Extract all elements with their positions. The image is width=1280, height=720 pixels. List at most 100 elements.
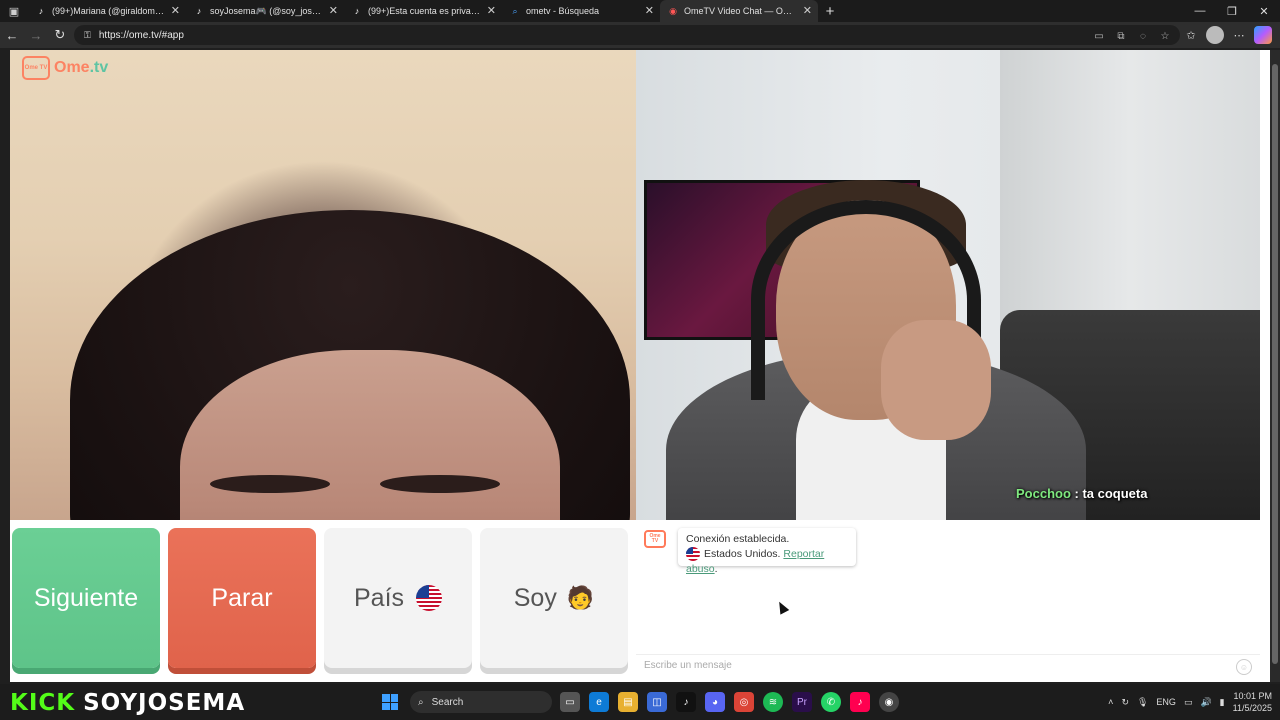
gender-button[interactable]: Soy 🧑 (480, 528, 628, 668)
tab-0[interactable]: ♪ (99+)Mariana (@giraldom91) | Tik ✕ (28, 0, 186, 22)
search-label: Search (431, 696, 464, 708)
tab-title: (99+)Esta cuenta es privada. Sigue (368, 6, 480, 16)
clock[interactable]: 10:01 PM 11/5/2025 (1233, 690, 1272, 714)
copilot-icon[interactable] (1254, 26, 1272, 44)
open-app-icon[interactable]: ⧉ (1112, 27, 1130, 45)
system-tray: ˄ ↻ 🎙 ENG ▭ 🔊 ▮ 10:01 PM 11/5/2025 (1108, 688, 1272, 716)
stranger-brow-left (210, 475, 330, 493)
close-icon[interactable]: ✕ (803, 4, 812, 17)
microphone-icon[interactable]: 🎙 (1137, 697, 1148, 708)
spotify-icon[interactable]: ≋ (763, 692, 783, 712)
ometv-tv-icon: Ome TV (22, 56, 50, 80)
address-bar-icons: ▭ ⧉ ◌ ☆ (1090, 27, 1174, 45)
tab-3[interactable]: ⌕ ometv - Búsqueda ✕ (502, 0, 660, 22)
self-video: Pocchoo : ta coqueta (636, 50, 1260, 520)
store-icon[interactable]: ◫ (647, 692, 667, 712)
menu-dots-icon[interactable]: ⋯ (1230, 26, 1248, 44)
site-info-icon[interactable]: ⚿ (84, 30, 91, 41)
forward-icon[interactable]: → (24, 23, 48, 47)
message-placeholder: Escribe un mensaje (644, 660, 732, 671)
premiere-icon[interactable]: Pr (792, 692, 812, 712)
network-icon[interactable]: ▭ (1184, 697, 1193, 708)
address-row: ← → ↻ ⚿ https://ome.tv/#app ▭ ⧉ ◌ ☆ ✩ ⋯ (0, 22, 1280, 48)
country-button[interactable]: País (324, 528, 472, 668)
ometv-logo: Ome TV Ome.tv (22, 56, 108, 80)
sync-icon[interactable]: ↻ (1121, 697, 1129, 708)
chevron-up-icon[interactable]: ˄ (1108, 697, 1113, 707)
search-icon: ⌕ (512, 5, 518, 16)
taskbar: KICK SOYJOSEMA ⌕ Search ▭ e ▤ ◫ ♪ ◕ ◎ ≋ P… (0, 684, 1280, 720)
tiktok-icon: ♪ (196, 6, 202, 16)
edge-icon[interactable]: e (589, 692, 609, 712)
tab-actions-icon[interactable]: ▣ (0, 0, 28, 22)
address-bar[interactable]: ⚿ https://ome.tv/#app ▭ ⧉ ◌ ☆ (74, 25, 1180, 45)
tab-title: (99+)Mariana (@giraldom91) | Tik (52, 6, 164, 16)
system-message: Conexión establecida. Estados Unidos. Re… (678, 528, 856, 575)
battery-icon[interactable]: ▮ (1220, 697, 1225, 708)
curtain (1000, 50, 1260, 340)
emoji-icon[interactable]: ☺ (1236, 659, 1252, 675)
camera-permission-icon[interactable]: ▭ (1090, 27, 1108, 45)
tiktok-app-icon[interactable]: ♪ (850, 692, 870, 712)
favorites-icon[interactable]: ✩ (1182, 26, 1200, 44)
chat-panel: Ome TV Conexión establecida. Estados Uni… (636, 520, 1260, 680)
chrome-icon[interactable]: ◎ (734, 692, 754, 712)
taskbar-search[interactable]: ⌕ Search (410, 691, 552, 713)
url-text: https://ome.tv/#app (98, 29, 184, 41)
clock-time: 10:01 PM (1233, 691, 1272, 701)
minimize-icon[interactable]: — (1184, 0, 1216, 22)
streamer-hand (881, 320, 991, 440)
reload-icon[interactable]: ↻ (48, 23, 72, 47)
tab-4[interactable]: ◉ OmeTV Video Chat — Omegle ✕ (660, 0, 818, 22)
scrollbar-thumb[interactable] (1272, 64, 1278, 664)
close-icon[interactable]: ✕ (329, 4, 338, 17)
favorite-star-icon[interactable]: ☆ (1156, 27, 1174, 45)
person-icon: 🧑 (566, 585, 595, 610)
tab-title: OmeTV Video Chat — Omegle (684, 6, 796, 16)
stop-label: Parar (211, 583, 273, 612)
clock-date: 11/5/2025 (1232, 703, 1272, 713)
back-icon[interactable]: ← (0, 23, 24, 47)
close-window-icon[interactable]: ✕ (1248, 0, 1280, 22)
close-icon[interactable]: ✕ (645, 4, 654, 17)
tab-strip: ▣ ♪ (99+)Mariana (@giraldom91) | Tik ✕ ♪… (0, 0, 1280, 22)
recording-icon: ◉ (669, 5, 677, 16)
report-suffix: . (714, 563, 718, 575)
tab-1[interactable]: ♪ soyJosema🎮 (@soy_josema) | Ti ✕ (186, 0, 344, 22)
tiktok-icon: ♪ (354, 6, 360, 16)
logo-text-a: Ome (54, 59, 90, 76)
stream-chat-overlay: Pocchoo : ta coqueta (1016, 486, 1147, 501)
discord-icon[interactable]: ◕ (705, 692, 725, 712)
tab-title: ometv - Búsqueda (526, 6, 600, 16)
us-flag-icon (416, 585, 443, 611)
tiktok-icon: ♪ (38, 6, 44, 16)
us-flag-icon (686, 547, 700, 562)
more-extensions-icon[interactable]: ◌ (1134, 27, 1152, 45)
close-icon[interactable]: ✕ (171, 4, 180, 17)
ometv-page: Ome TV Ome.tv Pocchoo : ta coqueta Sigui… (10, 50, 1270, 682)
profile-icon[interactable] (1206, 26, 1224, 44)
tab-2[interactable]: ♪ (99+)Esta cuenta es privada. Sigue ✕ (344, 0, 502, 22)
task-view-icon[interactable]: ▭ (560, 692, 580, 712)
stranger-brow-right (380, 475, 500, 493)
file-explorer-icon[interactable]: ▤ (618, 692, 638, 712)
windows-start-icon[interactable] (382, 694, 398, 710)
restore-icon[interactable]: ❐ (1216, 0, 1248, 22)
connection-status: Conexión establecida. (686, 533, 790, 545)
scrollbar[interactable] (1270, 50, 1280, 682)
overlay-chat-name: Pocchoo (1016, 486, 1071, 501)
country-label: País (353, 583, 405, 612)
close-icon[interactable]: ✕ (487, 4, 496, 17)
message-input[interactable]: Escribe un mensaje ☺ (636, 654, 1260, 678)
volume-icon[interactable]: 🔊 (1200, 697, 1211, 708)
taskbar-apps: ▭ e ▤ ◫ ♪ ◕ ◎ ≋ Pr ✆ ♪ ◉ (560, 692, 899, 712)
language-indicator[interactable]: ENG (1156, 697, 1176, 707)
whatsapp-icon[interactable]: ✆ (821, 692, 841, 712)
next-button[interactable]: Siguiente (12, 528, 160, 668)
stop-button[interactable]: Parar (168, 528, 316, 668)
ometv-logo-text: Ome.tv (54, 59, 108, 77)
obs-icon[interactable]: ◉ (879, 692, 899, 712)
tiktok-icon[interactable]: ♪ (676, 692, 696, 712)
new-tab-button[interactable]: + (818, 0, 842, 22)
overlay-chat-message: : ta coqueta (1070, 486, 1148, 501)
